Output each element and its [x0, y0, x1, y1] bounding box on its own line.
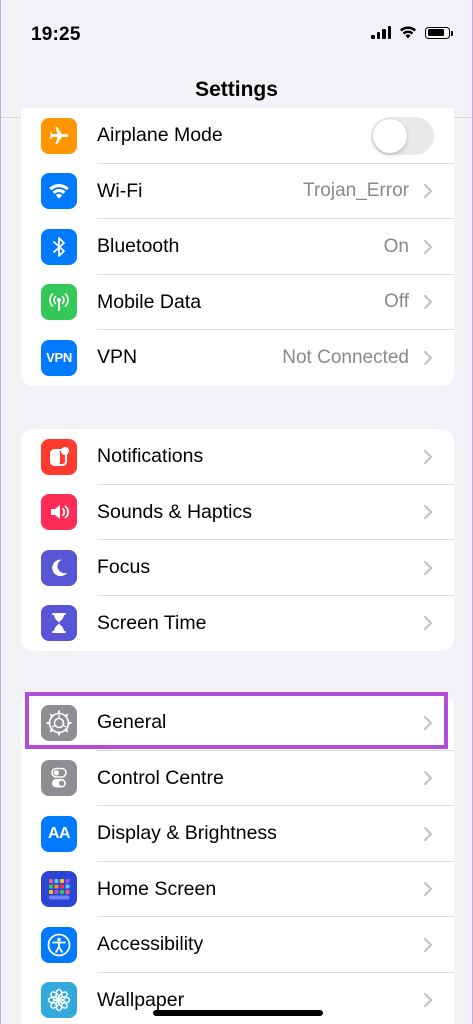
- flower-icon: [41, 982, 77, 1019]
- antenna-icon: [41, 284, 77, 321]
- chevron-right-icon: [423, 350, 433, 365]
- wifi-icon: [41, 173, 77, 210]
- chevron-right-icon: [423, 449, 433, 464]
- vpn-label: VPN: [97, 346, 138, 369]
- mobile-data-label: Mobile Data: [97, 290, 202, 313]
- control-centre-row[interactable]: Control Centre: [21, 751, 454, 806]
- bluetooth-value: On: [383, 235, 409, 257]
- airplane-mode-row[interactable]: Airplane Mode: [21, 108, 454, 164]
- vpn-value: Not Connected: [282, 346, 409, 368]
- chevron-right-icon: [423, 826, 433, 841]
- accessibility-icon: [41, 926, 77, 963]
- text-size-icon: AA: [41, 815, 77, 852]
- chevron-right-icon: [423, 715, 433, 730]
- wifi-label: Wi-Fi: [97, 179, 143, 202]
- page-title: Settings: [195, 78, 278, 101]
- connectivity-group: Airplane Mode Wi-Fi Trojan_Error Bluetoo…: [21, 108, 454, 386]
- focus-row[interactable]: Focus: [21, 540, 454, 596]
- home-indicator[interactable]: [153, 1010, 323, 1016]
- status-bar: 19:25: [1, 0, 472, 62]
- vpn-row[interactable]: VPN VPN Not Connected: [21, 330, 454, 386]
- airplane-mode-toggle[interactable]: [371, 116, 434, 155]
- display-brightness-label: Display & Brightness: [97, 822, 277, 845]
- chevron-right-icon: [423, 560, 433, 575]
- chevron-right-icon: [423, 239, 433, 254]
- gear-icon: [41, 704, 77, 741]
- status-icons: [371, 26, 453, 39]
- sounds-haptics-label: Sounds & Haptics: [97, 500, 253, 523]
- chevron-right-icon: [423, 616, 433, 631]
- wifi-value: Trojan_Error: [303, 180, 409, 202]
- mobile-data-row[interactable]: Mobile Data Off: [21, 275, 454, 330]
- screen-time-row[interactable]: Screen Time: [21, 596, 454, 652]
- mobile-data-value: Off: [384, 291, 409, 313]
- display-brightness-row[interactable]: AA Display & Brightness: [21, 806, 454, 862]
- bluetooth-icon: [41, 228, 77, 265]
- accessibility-row[interactable]: Accessibility: [21, 917, 454, 973]
- focus-label: Focus: [97, 556, 151, 579]
- chevron-right-icon: [423, 882, 433, 897]
- bluetooth-row[interactable]: Bluetooth On: [21, 219, 454, 275]
- sounds-haptics-row[interactable]: Sounds & Haptics: [21, 485, 454, 540]
- wallpaper-label: Wallpaper: [97, 988, 185, 1011]
- chevron-right-icon: [423, 505, 433, 520]
- home-screen-label: Home Screen: [97, 877, 217, 900]
- moon-icon: [41, 549, 77, 586]
- notifications-label: Notifications: [97, 445, 204, 468]
- notifications-icon: [41, 438, 77, 475]
- chevron-right-icon: [423, 993, 433, 1008]
- chevron-right-icon: [423, 295, 433, 310]
- settings-screen: 19:25 Settings Airplane Mode Wi-Fi Troja…: [0, 0, 473, 1024]
- home-grid-icon: [41, 871, 77, 908]
- vpn-icon: VPN: [41, 339, 77, 376]
- wifi-row[interactable]: Wi-Fi Trojan_Error: [21, 164, 454, 219]
- home-screen-row[interactable]: Home Screen: [21, 862, 454, 917]
- status-time: 19:25: [31, 24, 81, 45]
- general-label: General: [97, 711, 167, 734]
- notifications-group: Notifications Sounds & Haptics Focus Scr…: [21, 429, 454, 651]
- chevron-right-icon: [423, 937, 433, 952]
- bluetooth-label: Bluetooth: [97, 235, 180, 258]
- speaker-icon: [41, 494, 77, 531]
- wallpaper-row[interactable]: Wallpaper: [21, 973, 454, 1024]
- general-group: General Control Centre AA Display & Brig…: [21, 695, 454, 1024]
- notifications-row[interactable]: Notifications: [21, 429, 454, 485]
- accessibility-label: Accessibility: [97, 933, 204, 956]
- control-centre-label: Control Centre: [97, 766, 224, 789]
- airplane-icon: [41, 117, 77, 154]
- cellular-signal-icon: [371, 26, 391, 39]
- chevron-right-icon: [423, 771, 433, 786]
- general-row[interactable]: General: [21, 695, 454, 751]
- wifi-status-icon: [400, 26, 416, 39]
- toggles-icon: [41, 760, 77, 797]
- airplane-mode-label: Airplane Mode: [97, 124, 223, 147]
- screen-time-label: Screen Time: [97, 611, 207, 634]
- chevron-right-icon: [423, 184, 433, 199]
- hourglass-icon: [41, 605, 77, 642]
- battery-icon: [425, 26, 453, 39]
